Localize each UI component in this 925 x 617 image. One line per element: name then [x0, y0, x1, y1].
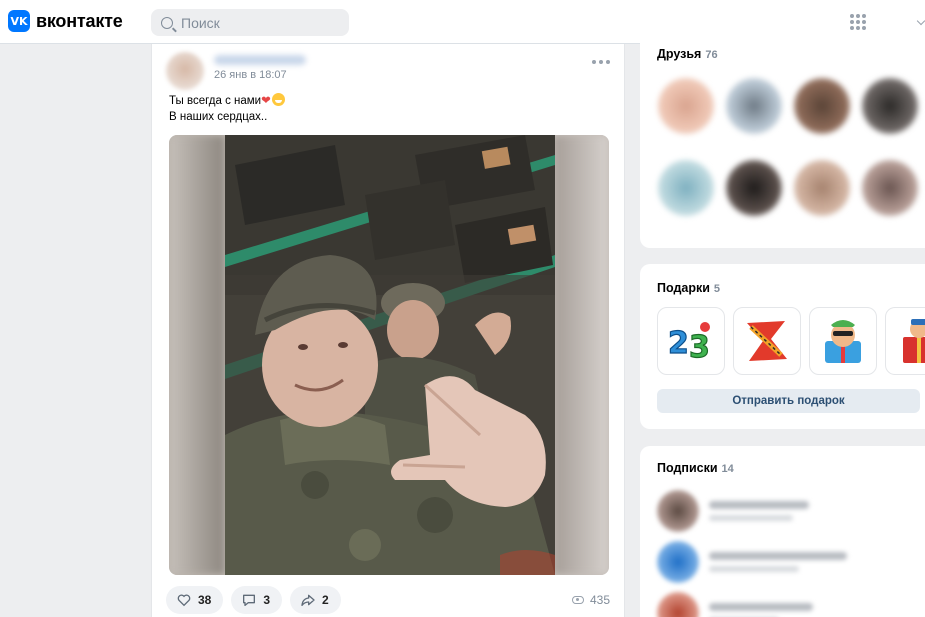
- friend-avatar[interactable]: [862, 160, 918, 216]
- view-count: 435: [590, 593, 611, 607]
- friends-title-text: Друзья: [657, 47, 702, 61]
- like-count: 38: [198, 593, 212, 607]
- subscription-text-blurred: [709, 552, 847, 572]
- gifts-count: 5: [713, 283, 721, 295]
- friend-avatar[interactable]: [794, 78, 850, 134]
- subscription-avatar: [657, 592, 699, 617]
- post-timestamp[interactable]: 26 янв в 18:07: [214, 69, 287, 81]
- subscription-text-blurred: [709, 603, 813, 617]
- search-icon: [161, 16, 173, 29]
- search-input[interactable]: [181, 14, 331, 31]
- subscription-item[interactable]: [657, 592, 813, 617]
- selfie-photo: [225, 135, 555, 575]
- subscriptions-title-text: Подписки: [657, 461, 718, 475]
- grin-emoji-icon: [271, 93, 285, 106]
- eye-icon: [572, 596, 584, 604]
- subscription-item[interactable]: [657, 490, 809, 532]
- heart-icon: [177, 594, 191, 607]
- heart-emoji-icon: ❤: [261, 95, 271, 107]
- wall-post: 26 янв в 18:07 Ты всегда с нами❤ В наших…: [151, 44, 625, 617]
- gifts-title-text: Подарки: [657, 281, 710, 295]
- svg-text:2: 2: [668, 326, 689, 361]
- friends-block: Друзья 76: [640, 30, 925, 248]
- share-button[interactable]: 2: [290, 586, 341, 614]
- comment-button[interactable]: 3: [231, 586, 283, 614]
- post-text-line-2: В наших сердцах..: [169, 111, 268, 123]
- friend-avatar[interactable]: [658, 160, 714, 216]
- subscriptions-count: 14: [721, 463, 734, 475]
- gift-item[interactable]: [885, 307, 925, 375]
- friend-avatar[interactable]: [794, 160, 850, 216]
- friend-avatar[interactable]: [658, 78, 714, 134]
- vk-logo-icon: VK: [8, 10, 30, 32]
- search-box[interactable]: [151, 9, 349, 36]
- send-gift-button[interactable]: Отправить подарок: [657, 389, 920, 413]
- chevron-down-icon[interactable]: [916, 16, 925, 26]
- subscription-item[interactable]: [657, 541, 847, 583]
- comment-icon: [243, 594, 256, 606]
- gift-item[interactable]: 2 3: [657, 307, 725, 375]
- post-more-icon[interactable]: [592, 60, 610, 64]
- gift-23-icon: 2 3: [667, 322, 710, 366]
- post-text: Ты всегда с нами❤ В наших сердцах..: [169, 93, 285, 125]
- comment-count: 3: [263, 593, 271, 607]
- author-avatar[interactable]: [166, 52, 204, 90]
- apps-grid-icon[interactable]: [850, 14, 866, 30]
- gift-box-icon: [903, 319, 925, 363]
- gift-item[interactable]: [809, 307, 877, 375]
- photo-blur-right: [553, 135, 609, 575]
- friends-title[interactable]: Друзья 76: [657, 47, 718, 61]
- gift-item[interactable]: [733, 307, 801, 375]
- svg-text:3: 3: [689, 330, 710, 365]
- photo-blur-left: [169, 135, 225, 575]
- post-photo[interactable]: [169, 135, 609, 575]
- vk-logo[interactable]: VK вконтакте: [8, 10, 123, 32]
- photo-illustration: [225, 135, 555, 575]
- post-actions: 38 3 2: [166, 586, 341, 614]
- subscriptions-block: Подписки 14: [640, 446, 925, 617]
- like-button[interactable]: 38: [166, 586, 224, 614]
- subscription-avatar: [657, 541, 699, 583]
- view-counter: 435: [572, 593, 610, 607]
- subscriptions-title[interactable]: Подписки 14: [657, 461, 734, 475]
- gifts-block: Подарки 5 2 3 Отправить подарок: [640, 264, 925, 429]
- gifts-title[interactable]: Подарки 5: [657, 281, 720, 295]
- post-text-line-1: Ты всегда с нами: [169, 95, 262, 107]
- subscription-avatar: [657, 490, 699, 532]
- vk-logo-text: вконтакте: [36, 10, 123, 31]
- friends-count: 76: [705, 49, 718, 61]
- subscription-text-blurred: [709, 501, 809, 521]
- share-icon: [301, 594, 315, 606]
- share-count: 2: [322, 593, 329, 607]
- author-name-blurred[interactable]: [214, 55, 306, 65]
- friend-avatar[interactable]: [726, 78, 782, 134]
- gift-character-icon: [825, 320, 861, 363]
- gift-ribbon-icon: [747, 321, 787, 361]
- friend-avatar[interactable]: [862, 78, 918, 134]
- friend-avatar[interactable]: [726, 160, 782, 216]
